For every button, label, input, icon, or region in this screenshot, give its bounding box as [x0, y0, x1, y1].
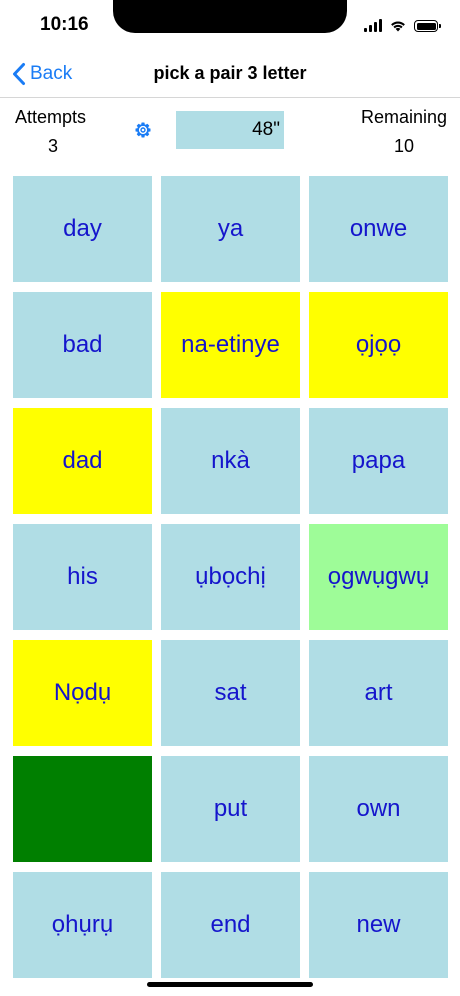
word-tile[interactable]: his — [13, 524, 152, 630]
remaining-value: 10 — [393, 136, 415, 156]
status-bar: 10:16 — [0, 0, 460, 50]
word-tile[interactable]: put — [161, 756, 300, 862]
navigation-bar: Back pick a pair 3 letter — [0, 50, 460, 98]
cellular-signal-icon — [364, 19, 382, 32]
status-time: 10:16 — [40, 14, 89, 35]
word-tile[interactable]: papa — [309, 408, 448, 514]
word-tile[interactable]: ya — [161, 176, 300, 282]
word-tile[interactable]: Nọdụ — [13, 640, 152, 746]
word-tile[interactable]: ụbọchị — [161, 524, 300, 630]
timer-display: 48" — [176, 111, 284, 149]
word-tile[interactable]: sat — [161, 640, 300, 746]
word-tile-grid: day ya onwe bad na-etinye ọjọọ dad nkà p… — [13, 176, 448, 978]
word-tile[interactable]: ọjọọ — [309, 292, 448, 398]
page-title: pick a pair 3 letter — [153, 63, 307, 83]
word-tile[interactable]: dad — [13, 408, 152, 514]
home-indicator[interactable] — [147, 982, 313, 987]
word-tile[interactable]: new — [309, 872, 448, 978]
battery-icon — [414, 20, 441, 32]
word-tile[interactable]: ọgwụgwụ — [309, 524, 448, 630]
word-tile[interactable]: day — [13, 176, 152, 282]
word-tile[interactable]: bad — [13, 292, 152, 398]
status-icons — [364, 16, 441, 32]
word-tile[interactable]: ọhụrụ — [13, 872, 152, 978]
word-tile[interactable]: na-etinye — [161, 292, 300, 398]
word-tile[interactable]: end — [161, 872, 300, 978]
word-tile[interactable] — [13, 756, 152, 862]
word-tile[interactable]: own — [309, 756, 448, 862]
game-stats: Attempts 3 48" Remaining 10 — [0, 100, 460, 170]
device-notch — [113, 0, 347, 33]
word-tile[interactable]: nkà — [161, 408, 300, 514]
word-tile[interactable]: art — [309, 640, 448, 746]
remaining-label: Remaining — [361, 107, 448, 127]
attempts-value: 3 — [47, 136, 58, 156]
attempts-label: Attempts — [15, 107, 87, 127]
word-tile[interactable]: onwe — [309, 176, 448, 282]
gear-icon[interactable] — [133, 120, 153, 140]
wifi-icon — [391, 21, 405, 32]
